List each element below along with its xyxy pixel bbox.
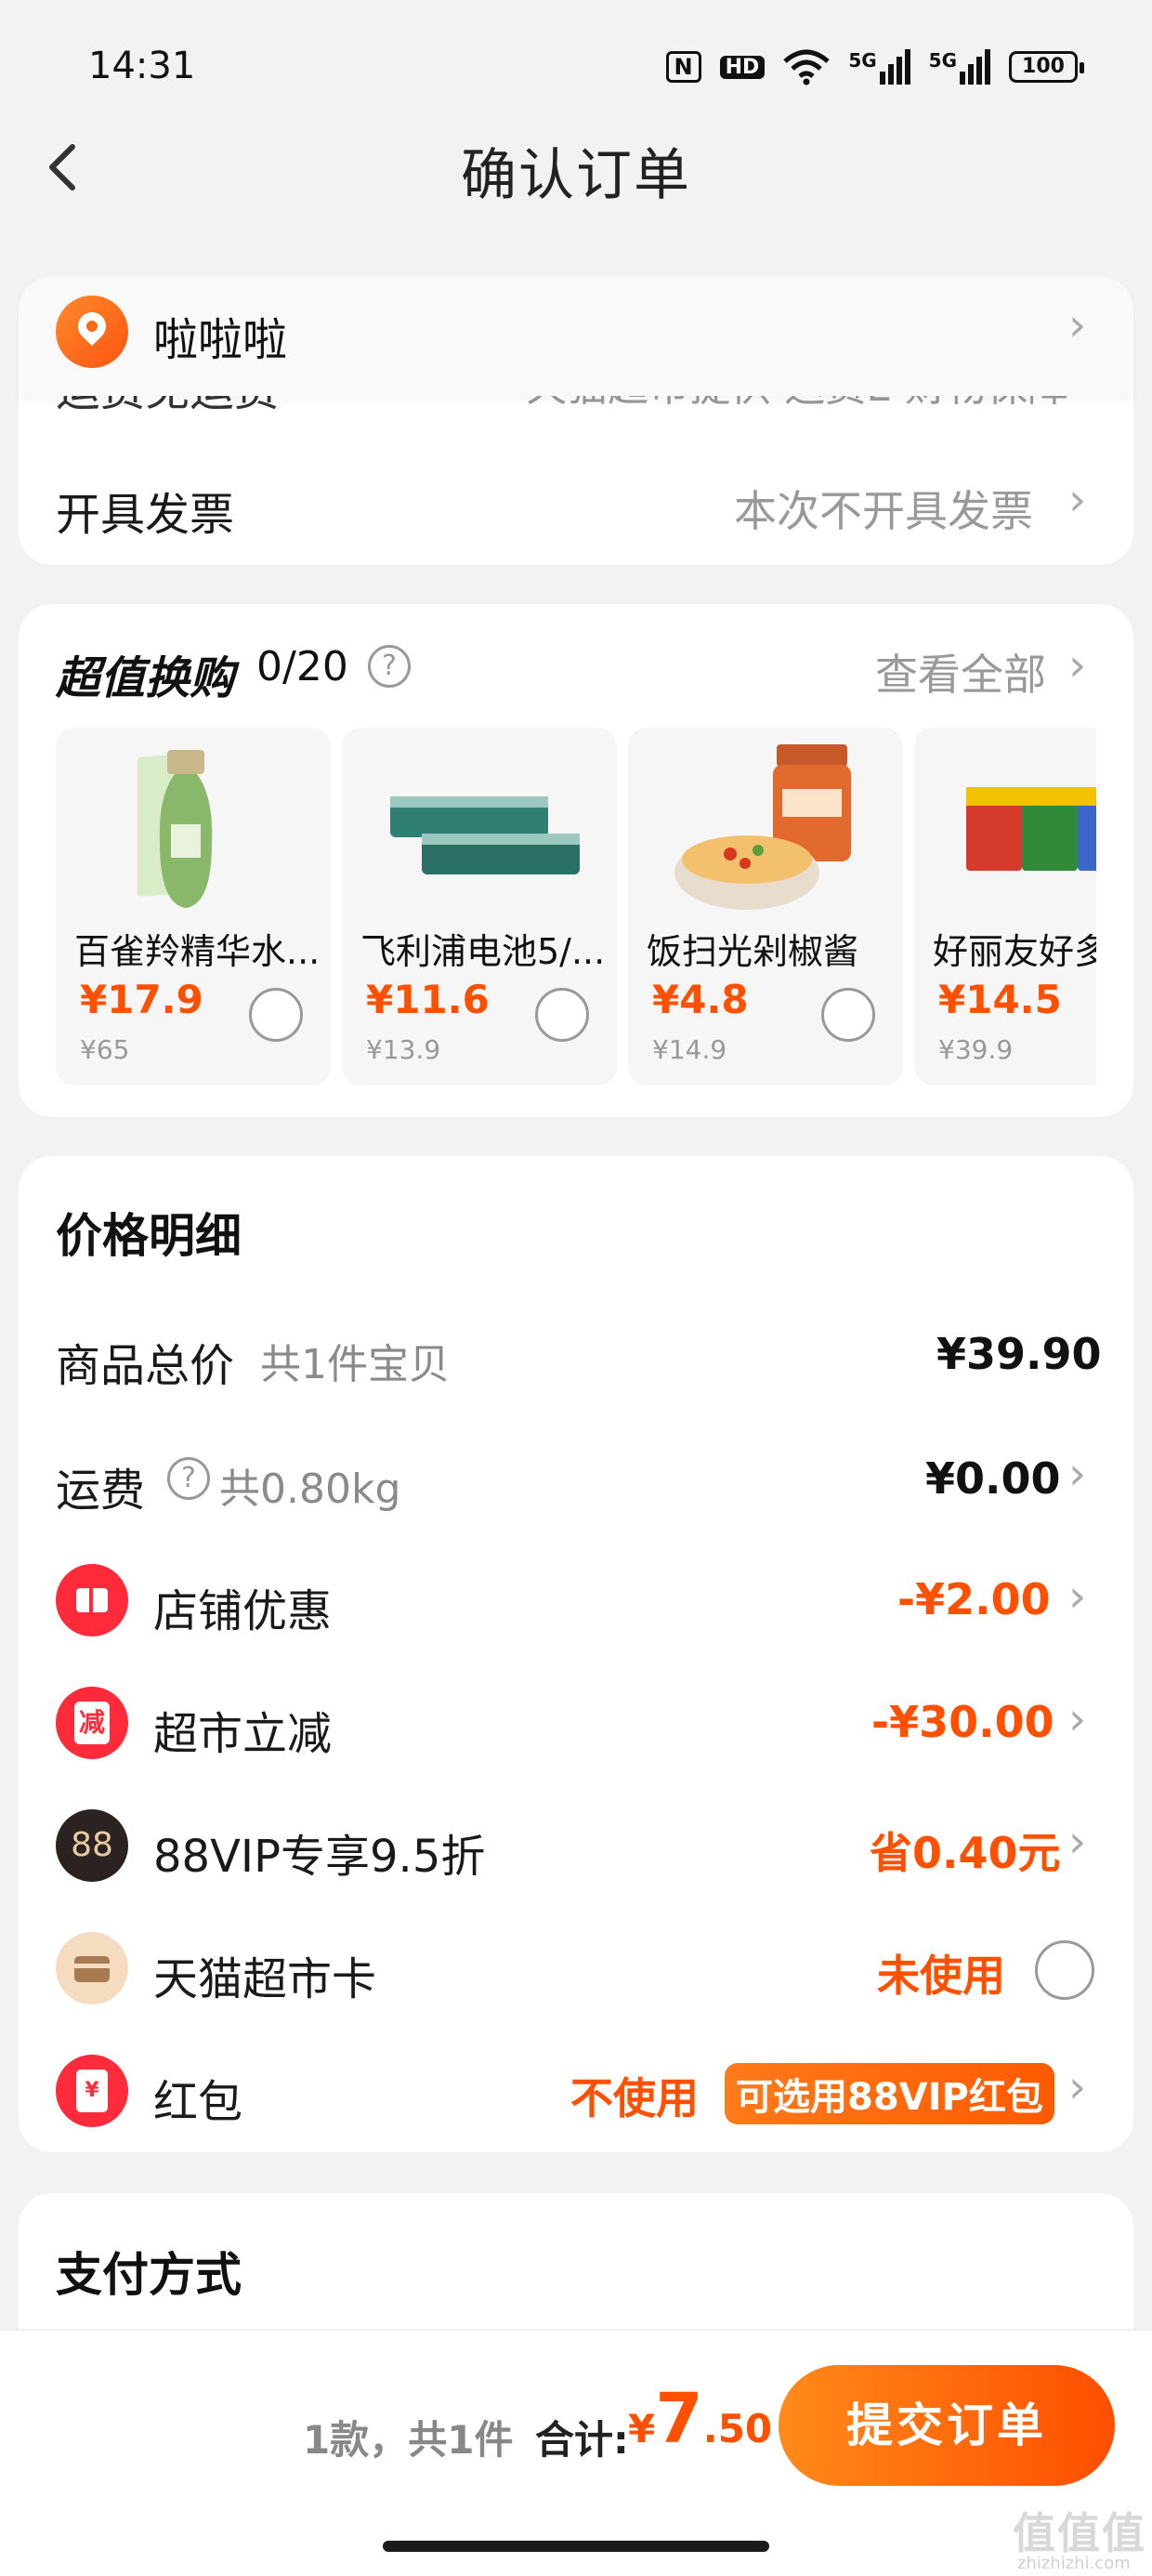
red-packet-label: 红包 xyxy=(153,2076,243,2128)
market-card-label: 天猫超市卡 xyxy=(153,1953,377,2005)
exchange-title: 超值换购 xyxy=(56,652,235,704)
submit-order-button[interactable]: 提交订单 xyxy=(779,2365,1115,2486)
freight-value: ¥0.00 xyxy=(925,1453,1061,1504)
total-label: 商品总价 xyxy=(56,1340,235,1392)
total-label-footer: 合计: xyxy=(535,2417,629,2463)
freight-chevron-icon[interactable]: › xyxy=(1068,1448,1086,1500)
invoice-label: 开具发票 xyxy=(56,489,235,541)
product-name: 饭扫光剁椒酱 xyxy=(647,931,859,972)
product-image xyxy=(674,744,851,910)
home-indicator[interactable] xyxy=(383,2541,769,2552)
address-name: 啦啦啦 xyxy=(153,314,288,366)
invoice-value[interactable]: 本次不开具发票 xyxy=(734,478,1033,539)
product-card[interactable]: 飞利浦电池5/... ¥11.6 ¥13.9 xyxy=(342,728,617,1085)
reduction-icon: 减 xyxy=(56,1687,128,1759)
red-packet-icon: ¥ xyxy=(56,2055,128,2127)
red-packet-value: 不使用 xyxy=(570,2073,699,2123)
price-detail-title: 价格明细 xyxy=(56,1209,242,1263)
view-all-chevron-icon[interactable]: › xyxy=(1068,639,1086,691)
product-image xyxy=(137,750,213,908)
total-value: ¥39.90 xyxy=(936,1329,1102,1379)
freight-sub: 共0.80kg xyxy=(219,1465,401,1513)
product-name: 飞利浦电池5/... xyxy=(360,931,606,972)
item-count: 1款，共1件 xyxy=(303,2417,514,2463)
signal-2-icon: 5G xyxy=(929,49,990,85)
product-price: ¥14.5 xyxy=(938,977,1062,1022)
product-price: ¥11.6 xyxy=(366,977,490,1022)
product-card[interactable]: 好丽友好多 ¥14.5 ¥39.9 xyxy=(914,728,1096,1085)
total-int: 7 xyxy=(655,2379,703,2459)
market-discount-value: -¥30.00 xyxy=(871,1697,1054,1747)
total-dec: .50 xyxy=(702,2406,773,2451)
exchange-count: 0/20 xyxy=(256,643,348,690)
product-select-radio[interactable] xyxy=(535,988,589,1042)
market-card-radio[interactable] xyxy=(1035,1940,1094,2000)
product-select-radio[interactable] xyxy=(821,988,875,1042)
product-card[interactable]: 百雀羚精华水... ¥17.9 ¥65 xyxy=(56,728,331,1085)
product-original-price: ¥14.9 xyxy=(652,1034,727,1065)
product-image xyxy=(390,796,580,874)
total-currency: ¥ xyxy=(628,2406,656,2451)
watermark-logo: 值值值 xyxy=(1013,2508,1146,2558)
shop-discount-chevron-icon[interactable]: › xyxy=(1068,1571,1086,1623)
payment-title: 支付方式 xyxy=(56,2248,242,2302)
shop-discount-value: -¥2.00 xyxy=(897,1574,1051,1624)
product-select-radio[interactable] xyxy=(249,988,303,1042)
vip-88-icon: 88 xyxy=(56,1809,128,1882)
page-title: 确认订单 xyxy=(461,143,691,208)
view-all-link[interactable]: 查看全部 xyxy=(875,641,1046,703)
product-name: 百雀羚精华水... xyxy=(74,931,321,972)
product-clip: 好丽友好多 ¥14.5 ¥39.9 xyxy=(914,728,1096,1085)
address-chevron-icon[interactable]: › xyxy=(1068,299,1086,351)
status-icons: N HD 5G 5G 100 xyxy=(665,48,1084,85)
vip-value: 省0.40元 xyxy=(870,1828,1061,1878)
vip-label: 88VIP专享9.5折 xyxy=(153,1831,486,1883)
product-card[interactable]: 饭扫光剁椒酱 ¥4.8 ¥14.9 xyxy=(628,728,903,1085)
vip-red-packet-badge[interactable]: 可选用88VIP红包 xyxy=(725,2063,1054,2124)
shop-discount-label: 店铺优惠 xyxy=(153,1585,333,1637)
vip-chevron-icon[interactable]: › xyxy=(1068,1816,1086,1868)
product-image xyxy=(966,787,1096,871)
market-card-value: 未使用 xyxy=(877,1951,1005,2001)
product-price: ¥4.8 xyxy=(652,977,749,1022)
red-packet-chevron-icon[interactable]: › xyxy=(1068,2061,1086,2113)
wifi-icon xyxy=(783,49,830,85)
location-pin-icon xyxy=(56,296,128,368)
watermark-url: zhizhizhi.com xyxy=(1017,2554,1131,2573)
nfc-icon: N xyxy=(665,51,701,83)
battery-icon: 100 xyxy=(1009,51,1084,83)
market-discount-label: 超市立减 xyxy=(153,1708,333,1760)
market-discount-chevron-icon[interactable]: › xyxy=(1068,1693,1086,1745)
invoice-chevron-icon[interactable]: › xyxy=(1068,474,1086,526)
signal-1-icon: 5G xyxy=(848,49,910,85)
coupon-icon xyxy=(56,1564,128,1636)
product-original-price: ¥65 xyxy=(80,1034,130,1065)
product-original-price: ¥39.9 xyxy=(938,1034,1014,1065)
hd-icon: HD xyxy=(719,55,766,79)
total-sub: 共1件宝贝 xyxy=(260,1341,450,1388)
product-price: ¥17.9 xyxy=(80,977,203,1022)
total-amount: ¥7.50 xyxy=(628,2379,772,2459)
freight-help-icon[interactable]: ? xyxy=(167,1457,210,1500)
card-icon xyxy=(56,1932,128,2004)
help-icon[interactable]: ? xyxy=(368,645,411,688)
product-name: 好丽友好多 xyxy=(933,931,1096,972)
freight-label: 运费 xyxy=(56,1465,146,1517)
product-original-price: ¥13.9 xyxy=(366,1034,441,1065)
status-time: 14:31 xyxy=(88,45,196,87)
